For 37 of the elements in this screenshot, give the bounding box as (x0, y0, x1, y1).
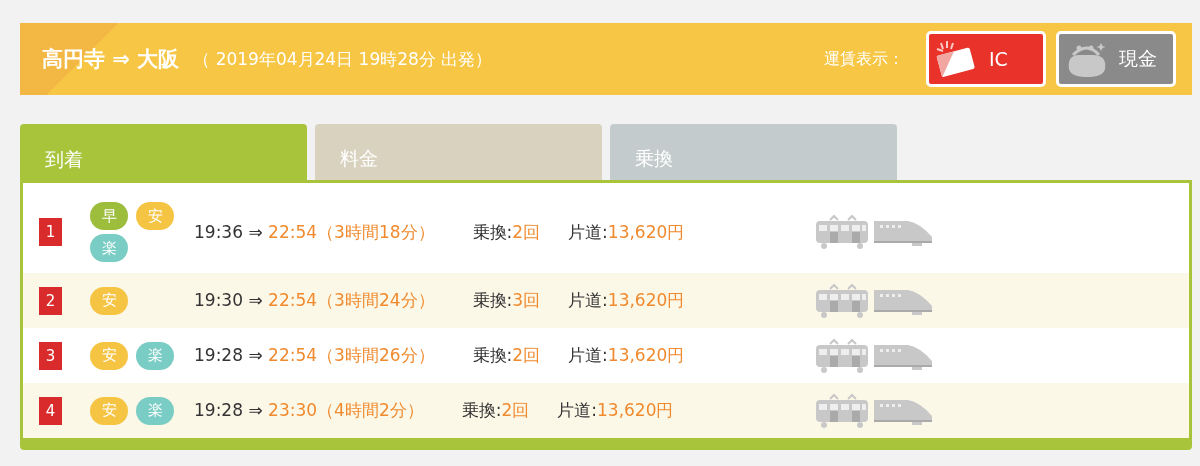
fare-type-button[interactable]: IC (926, 31, 1046, 87)
route-tag: 楽 (136, 396, 174, 425)
route-row[interactable]: 3 安 楽 19:28 ⇒ 22:54（3時間26分） 乗換:2回 片道:13,620円 (23, 328, 1189, 383)
route-row[interactable]: 2 安 19:30 ⇒ 22:54（3時間24分） 乗換:3回 片道:13,620円 (23, 273, 1189, 328)
transfer-count: 乗換:2回 (472, 344, 541, 367)
rank-number: 1 (39, 218, 62, 246)
rank-number: 2 (39, 286, 62, 315)
time-range: 19:30 ⇒ 22:54（3時間24分） (194, 289, 435, 312)
train-icon (814, 392, 870, 429)
route-tag: 早 (90, 202, 128, 230)
train-icon (814, 337, 870, 374)
fare-type-button[interactable]: 現金 (1056, 31, 1176, 87)
fare-amount: 片道:13,620円 (568, 289, 685, 312)
time-range: 19:36 ⇒ 22:54（3時間18分） (194, 220, 435, 244)
train-icon (814, 214, 870, 250)
transfer-count: 乗換:2回 (472, 220, 541, 244)
fare-display-label: 運賃表示： (824, 48, 904, 70)
train-icon (814, 282, 870, 319)
transfer-count: 乗換:3回 (472, 289, 541, 312)
fare-amount: 片道:13,620円 (568, 220, 685, 244)
fare-amount: 片道:13,620円 (568, 344, 685, 367)
route-title: 高円寺 ⇒ 大阪 (42, 46, 180, 73)
time-range: 19:28 ⇒ 22:54（3時間26分） (194, 344, 435, 367)
time-range: 19:28 ⇒ 23:30（4時間2分） (194, 399, 424, 422)
route-row[interactable]: 1 早 安 楽 19:36 ⇒ 22:54（3時間18分） 乗換:2回 片道:13,620円 (23, 191, 1189, 273)
fare-amount: 片道:13,620円 (557, 399, 674, 422)
rank-number: 3 (39, 341, 62, 370)
transfer-count: 乗換:2回 (461, 399, 530, 422)
route-row[interactable]: 4 安 楽 19:28 ⇒ 23:30（4時間2分） 乗換:2回 片道:13,620円 (23, 383, 1189, 438)
departure-time: （ 2019年04月24日 19時28分 出発） (193, 47, 493, 71)
rank-number: 4 (39, 396, 62, 425)
route-tag: 楽 (136, 341, 174, 370)
route-tag: 楽 (90, 234, 128, 262)
route-tag: 安 (136, 202, 174, 230)
route-tag: 安 (90, 341, 128, 370)
route-tag: 安 (90, 286, 128, 315)
route-tag: 安 (90, 396, 128, 425)
